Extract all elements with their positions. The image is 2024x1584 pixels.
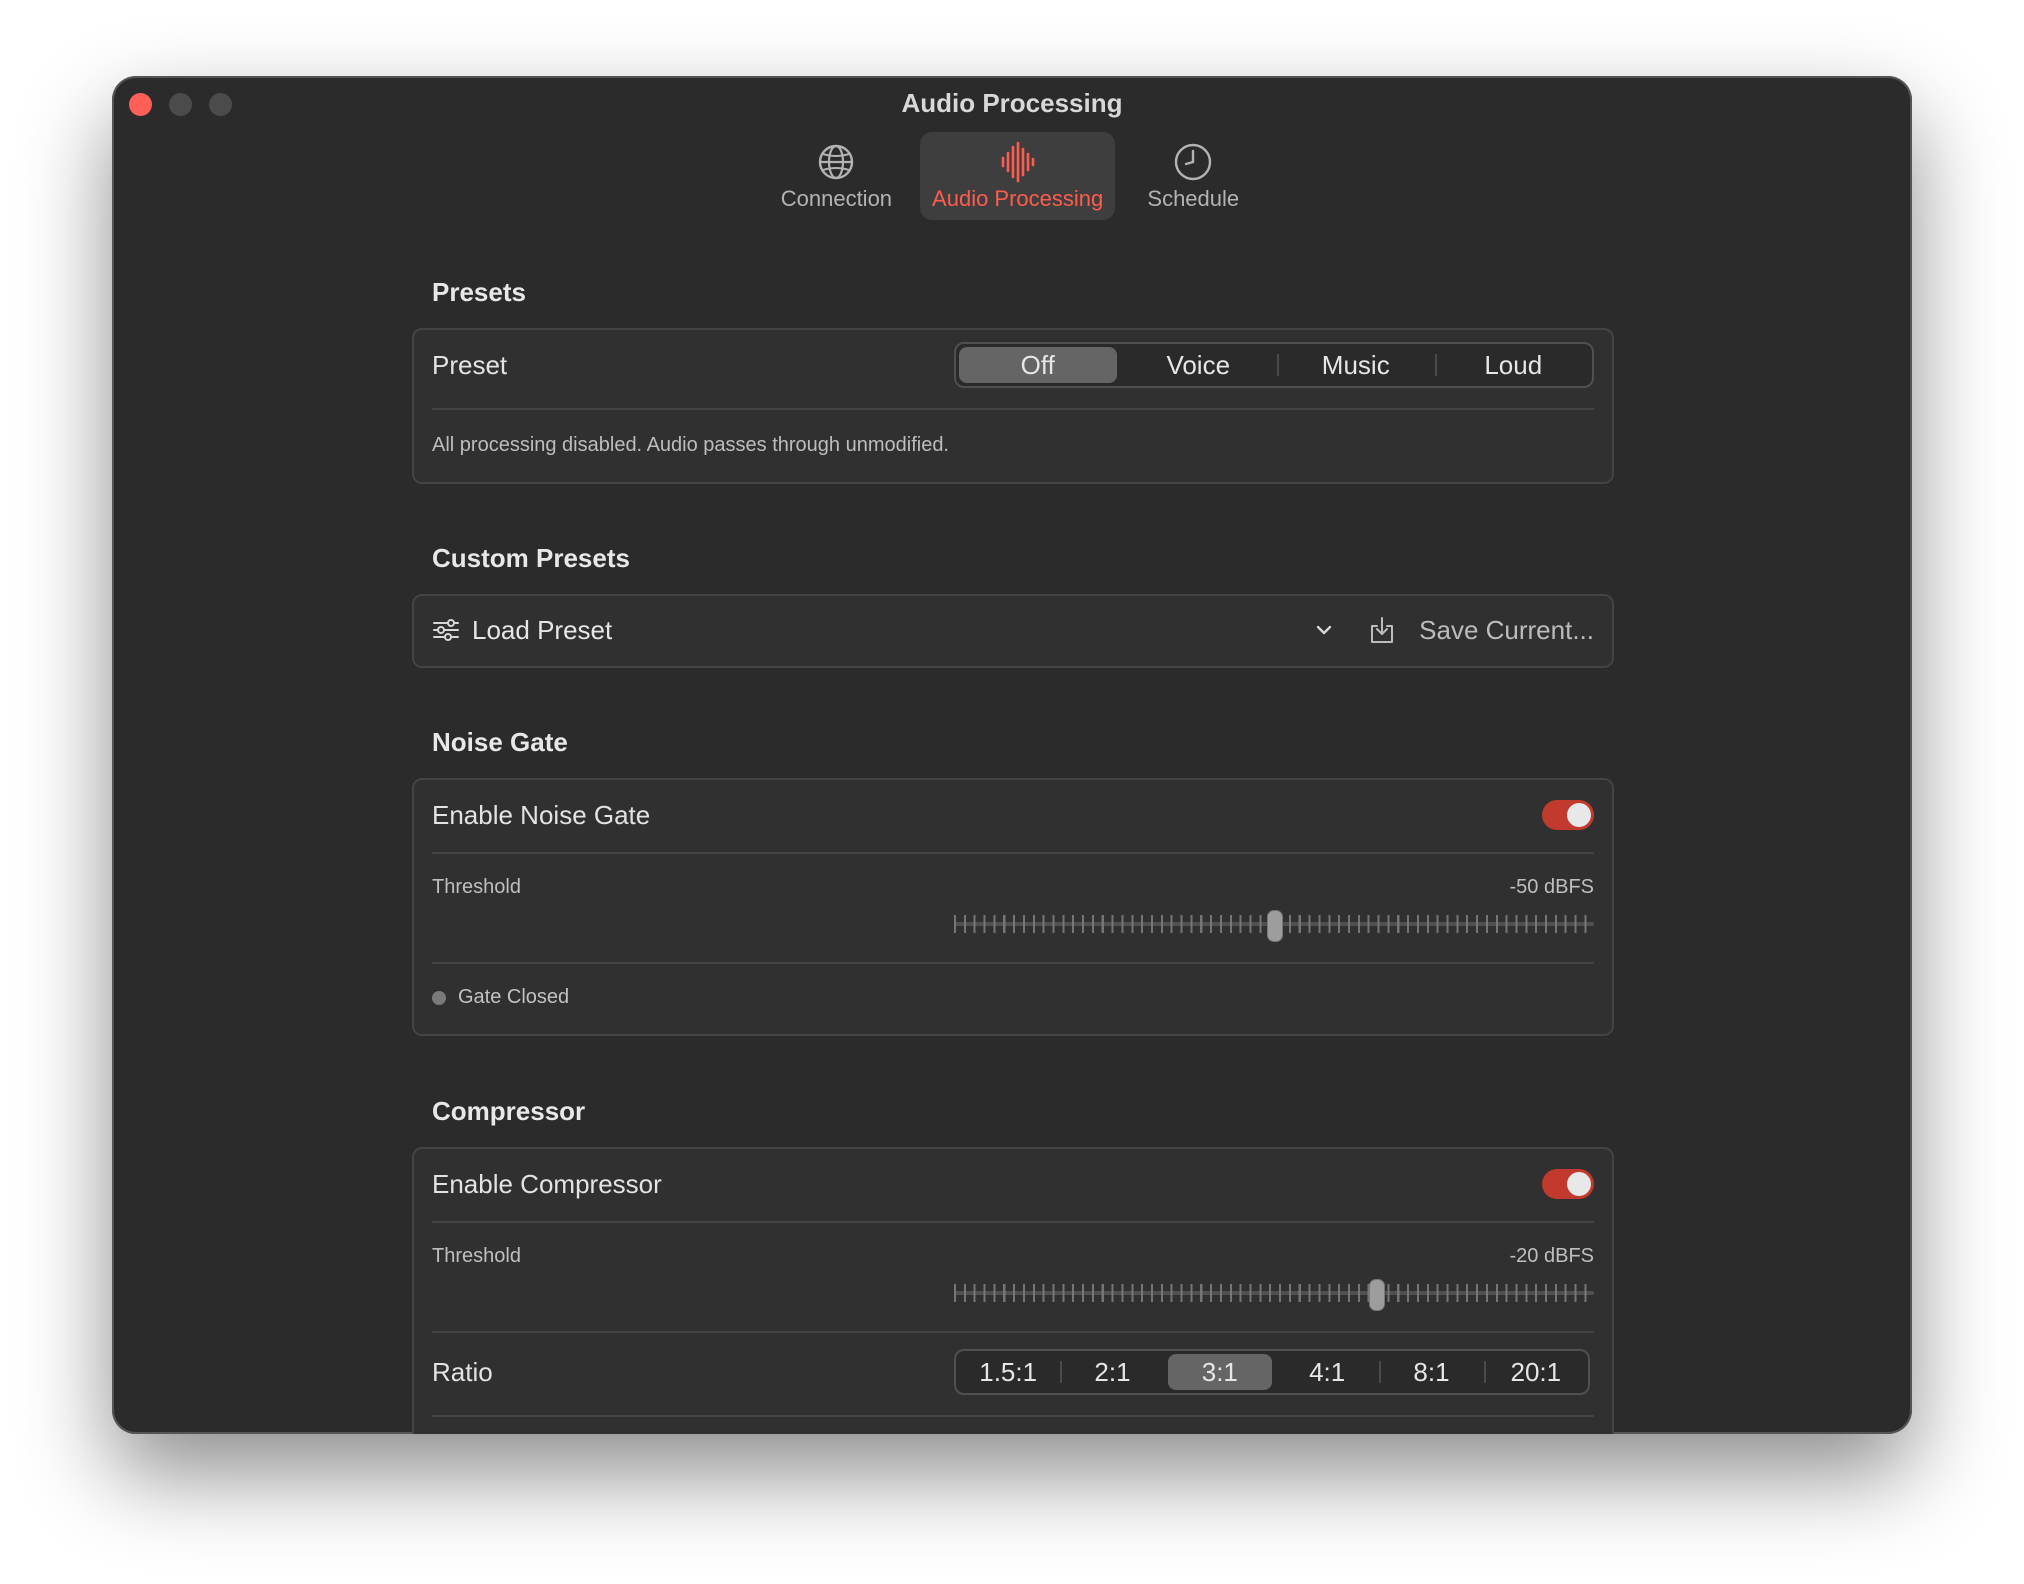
- presets-card: Preset Off Voice Music Loud All processi…: [412, 328, 1614, 484]
- custom-presets-card: Load Preset Save Current...: [412, 594, 1614, 668]
- tab-schedule-label: Schedule: [1147, 186, 1240, 211]
- compressor-threshold-label: Threshold: [432, 1245, 521, 1267]
- load-preset-dropdown[interactable]: Load Preset: [472, 615, 1309, 646]
- compressor-ratio-row: Ratio 1.5:1 2:1 3:1 4:1 8:1 20:1: [432, 1333, 1594, 1415]
- ratio-option-20[interactable]: 20:1: [1483, 1351, 1588, 1393]
- preset-option-off[interactable]: Off: [959, 347, 1117, 383]
- compressor-section-title: Compressor: [432, 1096, 586, 1126]
- custom-presets-row: Load Preset Save Current...: [414, 596, 1612, 664]
- preset-description: All processing disabled. Audio passes th…: [432, 434, 949, 456]
- save-current-button[interactable]: Save Current...: [1419, 615, 1594, 646]
- preferences-window: Audio Processing Connection Audio Proces…: [112, 76, 1912, 1434]
- noise-gate-section-title: Noise Gate: [432, 727, 568, 757]
- tab-schedule[interactable]: Schedule: [1131, 132, 1255, 220]
- globe-icon: [816, 140, 856, 184]
- tab-audio-processing[interactable]: Audio Processing: [920, 132, 1116, 220]
- ratio-option-3[interactable]: 3:1: [1167, 1354, 1272, 1390]
- preset-description-row: All processing disabled. Audio passes th…: [432, 410, 1594, 482]
- noise-gate-enable-row: Enable Noise Gate: [432, 780, 1594, 852]
- tab-connection[interactable]: Connection: [769, 132, 904, 220]
- tab-audio-processing-label: Audio Processing: [932, 186, 1104, 211]
- ratio-option-4[interactable]: 4:1: [1275, 1351, 1379, 1393]
- tab-connection-label: Connection: [780, 186, 893, 211]
- ratio-segmented-control: 1.5:1 2:1 3:1 4:1 8:1 20:1: [954, 1349, 1590, 1395]
- sliders-icon: [432, 618, 462, 642]
- waveform-icon: [998, 140, 1038, 184]
- preset-label: Preset: [432, 350, 508, 380]
- compressor-card: Enable Compressor Threshold -20 dBFS Rat…: [412, 1147, 1614, 1434]
- toolbar: Connection Audio Processing Schedule: [112, 132, 1912, 220]
- preset-option-voice[interactable]: Voice: [1120, 344, 1278, 386]
- chevron-down-icon[interactable]: [1309, 624, 1339, 636]
- presets-section-title: Presets: [432, 277, 526, 307]
- custom-presets-section-title: Custom Presets: [432, 543, 630, 573]
- compressor-enable-row: Enable Compressor: [432, 1149, 1594, 1221]
- ratio-label: Ratio: [432, 1357, 493, 1387]
- preset-option-music[interactable]: Music: [1277, 344, 1435, 386]
- preset-row: Preset Off Voice Music Loud: [432, 330, 1594, 408]
- compressor-threshold-row: Threshold -20 dBFS: [432, 1223, 1594, 1331]
- save-download-icon[interactable]: [1369, 616, 1399, 644]
- slider-thumb[interactable]: [1267, 910, 1283, 942]
- noise-gate-threshold-slider[interactable]: [954, 910, 1594, 942]
- noise-gate-threshold-label: Threshold: [432, 876, 521, 898]
- compressor-toggle[interactable]: [1542, 1169, 1594, 1199]
- noise-gate-threshold-row: Threshold -50 dBFS: [432, 854, 1594, 962]
- toggle-knob: [1567, 1172, 1591, 1196]
- enable-compressor-label: Enable Compressor: [432, 1169, 662, 1199]
- clock-icon: [1173, 140, 1213, 184]
- ratio-option-2[interactable]: 2:1: [1060, 1351, 1164, 1393]
- noise-gate-toggle[interactable]: [1542, 800, 1594, 830]
- ratio-option-1-5[interactable]: 1.5:1: [956, 1351, 1060, 1393]
- gate-status-text: Gate Closed: [458, 986, 570, 1008]
- divider: [432, 1415, 1594, 1417]
- noise-gate-card: Enable Noise Gate Threshold -50 dBFS Gat…: [412, 778, 1614, 1036]
- gate-status-row: Gate Closed: [432, 964, 1594, 1034]
- compressor-threshold-value: -20 dBFS: [1509, 1245, 1594, 1267]
- slider-thumb[interactable]: [1369, 1279, 1386, 1311]
- enable-noise-gate-label: Enable Noise Gate: [432, 800, 651, 830]
- preset-option-loud[interactable]: Loud: [1434, 344, 1593, 386]
- ratio-option-8[interactable]: 8:1: [1379, 1351, 1483, 1393]
- gate-status-dot: [432, 990, 446, 1005]
- slider-ticks: [954, 1284, 1594, 1302]
- noise-gate-threshold-value: -50 dBFS: [1509, 876, 1594, 898]
- compressor-threshold-slider[interactable]: [954, 1279, 1594, 1311]
- window-title: Audio Processing: [901, 88, 1123, 118]
- preset-segmented-control: Off Voice Music Loud: [954, 342, 1594, 388]
- toggle-knob: [1567, 803, 1591, 827]
- gate-status: Gate Closed: [432, 986, 569, 1009]
